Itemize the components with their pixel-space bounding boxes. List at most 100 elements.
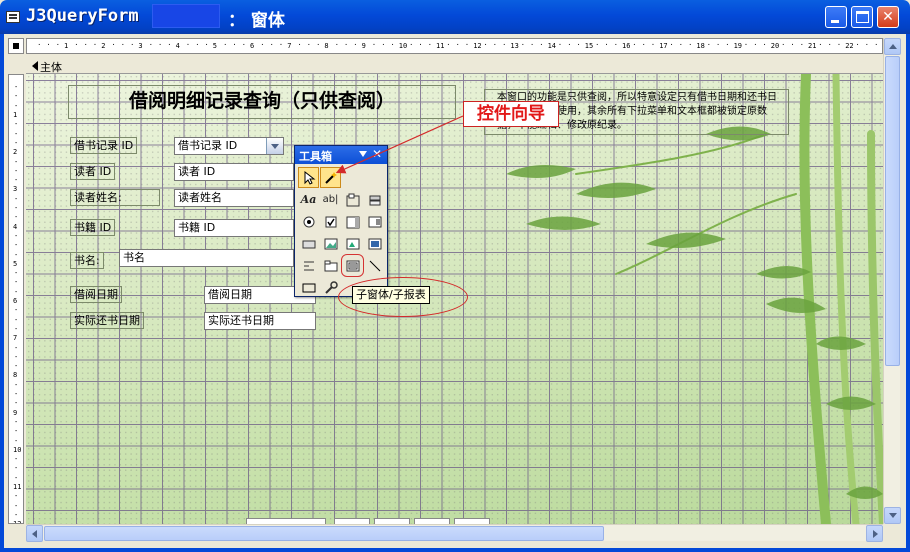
form-icon[interactable] xyxy=(6,11,20,23)
ruler-tick: - xyxy=(14,269,19,278)
vertical-scroll-thumb[interactable] xyxy=(885,56,900,366)
option-button-tool-icon[interactable] xyxy=(298,211,319,232)
textbox-reader-name[interactable]: 读者姓名 xyxy=(174,189,294,207)
select-objects-tool-icon[interactable] xyxy=(298,167,319,188)
ruler-mark: 12 xyxy=(13,520,21,523)
label-actual-return-date[interactable]: 实际还书日期 xyxy=(70,312,144,329)
toolbox-close-icon[interactable]: ✕ xyxy=(372,147,382,161)
ruler-tick: · xyxy=(818,41,823,49)
ruler-tick: - xyxy=(14,157,19,166)
ruler-tick: · xyxy=(595,41,600,49)
minimize-button[interactable] xyxy=(825,6,847,28)
ruler-tick: - xyxy=(14,278,19,287)
ruler-tick: · xyxy=(827,41,832,49)
bound-object-frame-tool-icon[interactable] xyxy=(364,233,385,254)
label-borrow-date[interactable]: 借阅日期 xyxy=(70,286,122,303)
form-title-label[interactable]: 借阅明细记录查询（只供查阅） xyxy=(68,85,456,119)
page-break-tool-icon[interactable] xyxy=(298,255,319,276)
ruler-tick: · xyxy=(232,41,237,49)
ruler-tick: · xyxy=(158,41,163,49)
ruler-tick: · xyxy=(502,41,507,49)
dropdown-arrow-icon[interactable] xyxy=(266,138,283,154)
vertical-scrollbar[interactable] xyxy=(883,38,901,524)
toolbox-window[interactable]: 工具箱 ✕ Aa ab| xyxy=(294,145,388,297)
ruler-mark: 17 xyxy=(659,42,668,50)
unbound-object-frame-tool-icon[interactable] xyxy=(342,233,363,254)
label-reader-name[interactable]: 读者姓名: xyxy=(70,189,160,206)
ruler-tick: · xyxy=(92,41,98,49)
ruler-tick: - xyxy=(14,427,19,436)
rectangle-tool-icon[interactable] xyxy=(298,277,319,298)
textbox-actual-return-date[interactable]: 实际还书日期 xyxy=(204,312,316,330)
ruler-tick: · xyxy=(678,41,684,49)
ruler-tick: · xyxy=(483,41,488,49)
ruler-mark: 21 xyxy=(808,42,817,50)
ruler-tick: - xyxy=(14,92,19,101)
ruler-tick: · xyxy=(306,41,312,49)
ruler-tick: · xyxy=(669,41,674,49)
ruler-tick: - xyxy=(14,231,19,240)
form-selector[interactable] xyxy=(8,38,24,54)
ruler-tick: · xyxy=(613,41,618,49)
ruler-tick: · xyxy=(604,41,609,49)
textbox-reader-id[interactable]: 读者 ID xyxy=(174,163,294,181)
ruler-mark: 5 xyxy=(212,42,218,50)
ruler-mark: 19 xyxy=(733,42,743,50)
label-reader-id[interactable]: 读者 ID xyxy=(70,163,116,180)
toolbox-title-bar[interactable]: 工具箱 ✕ xyxy=(295,146,387,164)
maximize-icon xyxy=(856,11,869,23)
textbox-book-id[interactable]: 书籍 ID xyxy=(174,219,294,237)
blank-tool-slot xyxy=(342,167,363,188)
subform-subreport-tool-icon[interactable] xyxy=(341,254,364,277)
horizontal-ruler[interactable]: 1 · · · 2 · · · 3 · · · 4 · · · 5 · · · 6 · · · 7 · · · 8 · · · 9 · · · 10 · ·… xyxy=(26,38,883,54)
ruler-tick: - xyxy=(14,399,19,408)
vertical-ruler[interactable]: 1- - -2- - -3- - -4- - -5- - -6- - -7- - -8- - -9- - -10- -… xyxy=(8,74,24,524)
combo-box-tool-icon[interactable] xyxy=(342,211,363,232)
horizontal-scrollbar[interactable] xyxy=(26,524,883,542)
detail-section-bar[interactable]: 主体 xyxy=(26,58,883,74)
maximize-button[interactable] xyxy=(851,6,873,28)
ruler-tick: - xyxy=(14,176,19,185)
textbox-tool-icon[interactable]: ab| xyxy=(320,189,341,210)
ruler-tick: - xyxy=(14,324,19,333)
ruler-tick: - xyxy=(14,287,19,296)
label-book-title[interactable]: 书名: xyxy=(70,252,104,269)
ruler-tick: · xyxy=(632,41,637,49)
list-box-tool-icon[interactable] xyxy=(364,211,385,232)
image-tool-icon[interactable] xyxy=(320,233,341,254)
scroll-up-button[interactable] xyxy=(884,38,901,55)
ruler-tick: · xyxy=(409,41,414,49)
ruler-tick: - xyxy=(14,455,19,464)
ruler-mark: 22 xyxy=(845,42,854,50)
window-title-suffix: ： 窗体 xyxy=(228,11,285,31)
tab-control-tool-icon[interactable] xyxy=(320,255,341,276)
horizontal-scroll-thumb[interactable] xyxy=(44,526,604,541)
checkbox-tool-icon[interactable] xyxy=(320,211,341,232)
ruler-mark: 9 xyxy=(361,42,366,50)
scroll-left-button[interactable] xyxy=(26,525,43,542)
close-button[interactable]: ✕ xyxy=(877,6,899,28)
scroll-down-button[interactable] xyxy=(884,507,901,524)
label-book-id[interactable]: 书籍 ID xyxy=(70,219,116,236)
label-borrow-record-id[interactable]: 借书记录 ID xyxy=(70,137,138,154)
ruler-mark: 11 xyxy=(13,483,22,491)
textbox-book-title[interactable]: 书名 xyxy=(119,249,294,267)
ruler-tick: - xyxy=(14,501,19,510)
label-tool-icon[interactable]: Aa xyxy=(298,189,319,210)
toolbox-title: 工具箱 xyxy=(299,150,332,163)
size-grip[interactable] xyxy=(883,524,900,541)
ruler-mark: 6 xyxy=(13,297,18,305)
option-group-tool-icon[interactable] xyxy=(342,189,363,210)
ruler-tick: · xyxy=(716,41,721,49)
combo-borrow-record-id[interactable]: 借书记录 ID xyxy=(174,137,284,155)
ruler-tick: · xyxy=(278,41,284,49)
toggle-button-tool-icon[interactable] xyxy=(364,189,385,210)
ruler-mark: 1 xyxy=(13,111,18,119)
ruler-mark: 4 xyxy=(13,222,18,231)
toolbox-menu-icon[interactable] xyxy=(359,151,367,157)
scroll-right-button[interactable] xyxy=(866,525,883,542)
control-wizards-tool-icon[interactable] xyxy=(320,167,341,188)
ruler-mark: 6 xyxy=(250,42,255,50)
line-tool-icon[interactable] xyxy=(364,255,385,276)
command-button-tool-icon[interactable] xyxy=(298,233,319,254)
